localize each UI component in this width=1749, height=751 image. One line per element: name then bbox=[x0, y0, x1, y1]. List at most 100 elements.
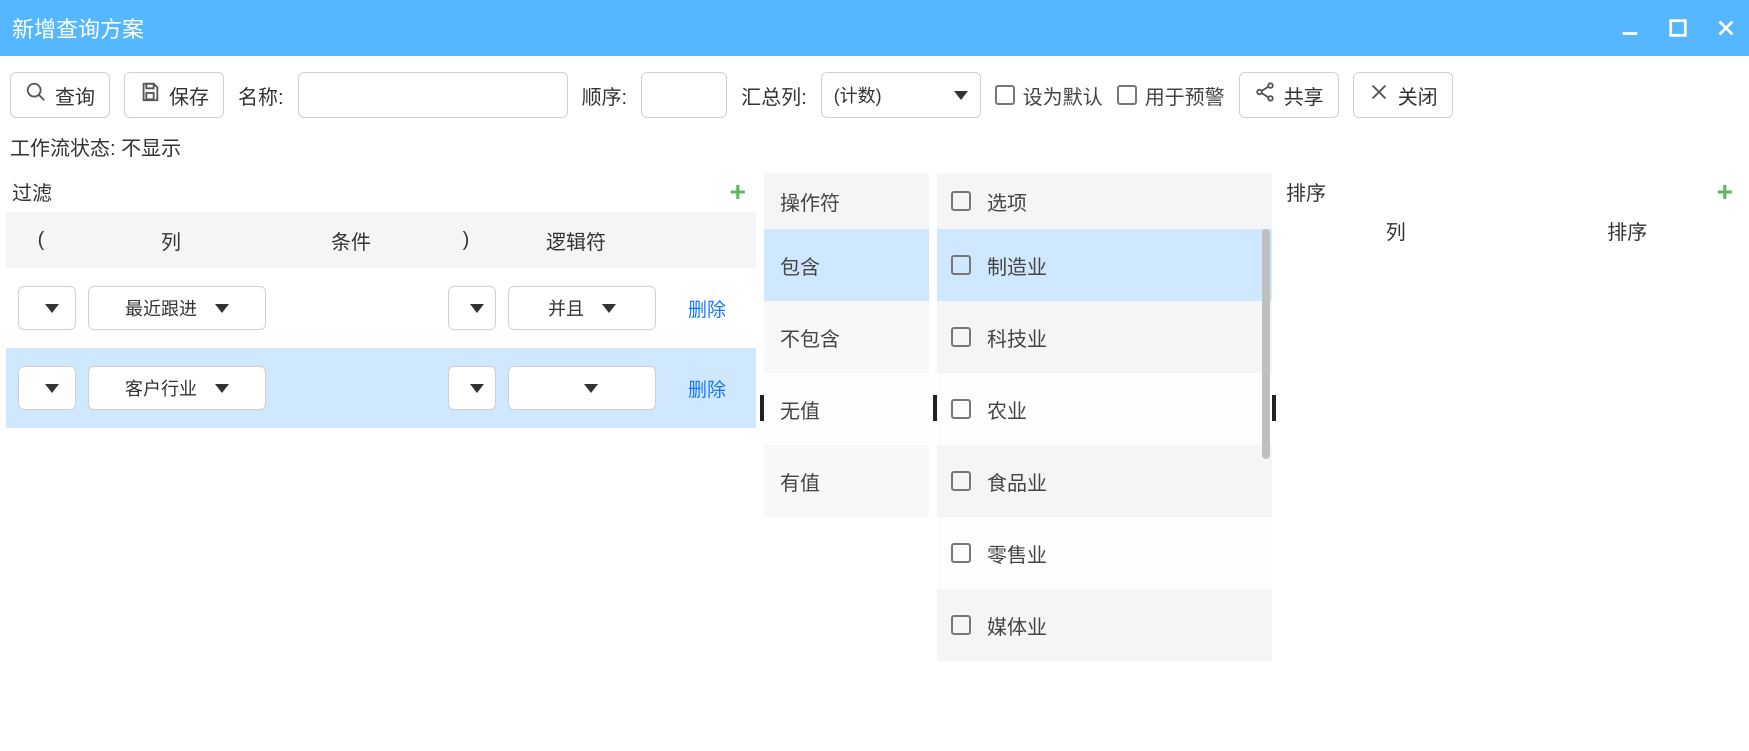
header-logic: 逻辑符 bbox=[496, 226, 656, 255]
main-content: 过滤 + ( 列 条件 ) 逻辑符 最近跟进 并且 删除 bbox=[0, 173, 1749, 751]
option-item[interactable]: 农业 bbox=[937, 373, 1272, 445]
column-select[interactable]: 客户行业 bbox=[88, 366, 266, 410]
query-label: 查询 bbox=[55, 81, 95, 110]
close-label: 关闭 bbox=[1398, 81, 1438, 110]
delete-filter-link[interactable]: 删除 bbox=[662, 375, 752, 402]
share-button[interactable]: 共享 bbox=[1239, 72, 1339, 118]
workflow-status-value: 不显示 bbox=[121, 138, 181, 160]
header-column: 列 bbox=[76, 226, 266, 255]
filter-row[interactable]: 客户行业 删除 bbox=[6, 348, 756, 428]
option-item[interactable]: 食品业 bbox=[937, 445, 1272, 517]
filter-table-header: ( 列 条件 ) 逻辑符 bbox=[6, 212, 756, 268]
window-controls bbox=[1619, 17, 1737, 39]
options-panel: 选项 制造业 科技业 农业 食品业 零售业 bbox=[937, 173, 1272, 751]
close-window-button[interactable] bbox=[1715, 17, 1737, 39]
checkbox-icon bbox=[995, 85, 1015, 105]
chevron-down-icon bbox=[602, 304, 616, 313]
option-label: 科技业 bbox=[987, 323, 1047, 352]
operators-title: 操作符 bbox=[764, 173, 929, 229]
use-alert-label: 用于预警 bbox=[1145, 81, 1225, 110]
option-label: 食品业 bbox=[987, 467, 1047, 496]
summary-label: 汇总列: bbox=[741, 81, 807, 110]
rparen-select[interactable] bbox=[448, 286, 496, 330]
column-value: 最近跟进 bbox=[125, 295, 197, 321]
workflow-status-row: 工作流状态: 不显示 bbox=[0, 128, 1749, 173]
checkbox-icon bbox=[1117, 85, 1137, 105]
option-label: 媒体业 bbox=[987, 611, 1047, 640]
option-item[interactable]: 制造业 bbox=[937, 229, 1272, 301]
column-select[interactable]: 最近跟进 bbox=[88, 286, 266, 330]
summary-select[interactable]: (计数) bbox=[821, 72, 981, 118]
share-label: 共享 bbox=[1284, 81, 1324, 110]
titlebar: 新增查询方案 bbox=[0, 0, 1749, 56]
filter-row[interactable]: 最近跟进 并且 删除 bbox=[6, 268, 756, 348]
order-input[interactable] bbox=[641, 72, 727, 118]
checkbox-icon[interactable] bbox=[951, 399, 971, 419]
checkbox-icon[interactable] bbox=[951, 615, 971, 635]
window-title: 新增查询方案 bbox=[12, 12, 144, 44]
minimize-button[interactable] bbox=[1619, 17, 1641, 39]
select-all-checkbox[interactable] bbox=[951, 191, 971, 211]
option-label: 农业 bbox=[987, 395, 1027, 424]
checkbox-icon[interactable] bbox=[951, 327, 971, 347]
sort-header-order: 排序 bbox=[1512, 216, 1744, 245]
checkbox-icon[interactable] bbox=[951, 543, 971, 563]
header-rparen: ) bbox=[436, 229, 496, 252]
maximize-button[interactable] bbox=[1667, 17, 1689, 39]
logic-value: 并且 bbox=[548, 295, 584, 321]
save-label: 保存 bbox=[169, 81, 209, 110]
resize-handle-right[interactable] bbox=[1272, 395, 1276, 421]
order-label: 顺序: bbox=[582, 81, 628, 110]
operator-item[interactable]: 不包含 bbox=[764, 301, 929, 373]
resize-handle-left[interactable] bbox=[760, 395, 764, 421]
chevron-down-icon bbox=[584, 384, 598, 393]
operator-item[interactable]: 有值 bbox=[764, 445, 929, 517]
lparen-select[interactable] bbox=[18, 366, 76, 410]
summary-value: (计数) bbox=[834, 82, 944, 108]
chevron-down-icon bbox=[45, 384, 59, 393]
options-header: 选项 bbox=[937, 173, 1272, 229]
use-alert-checkbox[interactable]: 用于预警 bbox=[1117, 81, 1225, 110]
name-input[interactable] bbox=[298, 72, 568, 118]
filter-title: 过滤 bbox=[12, 177, 52, 206]
save-icon bbox=[139, 81, 161, 109]
save-button[interactable]: 保存 bbox=[124, 72, 224, 118]
sort-header: 排序 + bbox=[1280, 173, 1743, 212]
filter-panel: 过滤 + ( 列 条件 ) 逻辑符 最近跟进 并且 删除 bbox=[6, 173, 756, 751]
add-sort-button[interactable]: + bbox=[1717, 178, 1733, 206]
header-condition: 条件 bbox=[266, 226, 436, 255]
option-item[interactable]: 科技业 bbox=[937, 301, 1272, 373]
workflow-status-label: 工作流状态: bbox=[10, 138, 116, 160]
checkbox-icon[interactable] bbox=[951, 255, 971, 275]
name-label: 名称: bbox=[238, 81, 284, 110]
query-button[interactable]: 查询 bbox=[10, 72, 110, 118]
chevron-down-icon bbox=[215, 384, 229, 393]
sort-header-column: 列 bbox=[1280, 216, 1512, 245]
add-filter-button[interactable]: + bbox=[730, 178, 746, 206]
close-button[interactable]: 关闭 bbox=[1353, 72, 1453, 118]
sort-table-header: 列 排序 bbox=[1280, 212, 1743, 245]
sort-panel: 排序 + 列 排序 bbox=[1280, 173, 1743, 751]
option-label: 零售业 bbox=[987, 539, 1047, 568]
rparen-select[interactable] bbox=[448, 366, 496, 410]
filter-header: 过滤 + bbox=[6, 173, 756, 212]
operator-item[interactable]: 无值 bbox=[764, 373, 929, 445]
option-item[interactable]: 媒体业 bbox=[937, 589, 1272, 661]
chevron-down-icon bbox=[954, 91, 968, 100]
logic-select[interactable]: 并且 bbox=[508, 286, 656, 330]
header-lparen: ( bbox=[6, 229, 76, 252]
delete-filter-link[interactable]: 删除 bbox=[662, 295, 752, 322]
chevron-down-icon bbox=[470, 384, 484, 393]
operator-item[interactable]: 包含 bbox=[764, 229, 929, 301]
set-default-checkbox[interactable]: 设为默认 bbox=[995, 81, 1103, 110]
chevron-down-icon bbox=[470, 304, 484, 313]
chevron-down-icon bbox=[215, 304, 229, 313]
scrollbar[interactable] bbox=[1262, 229, 1270, 459]
search-icon bbox=[25, 81, 47, 109]
set-default-label: 设为默认 bbox=[1023, 81, 1103, 110]
option-item[interactable]: 零售业 bbox=[937, 517, 1272, 589]
lparen-select[interactable] bbox=[18, 286, 76, 330]
option-label: 制造业 bbox=[987, 251, 1047, 280]
checkbox-icon[interactable] bbox=[951, 471, 971, 491]
logic-select[interactable] bbox=[508, 366, 656, 410]
